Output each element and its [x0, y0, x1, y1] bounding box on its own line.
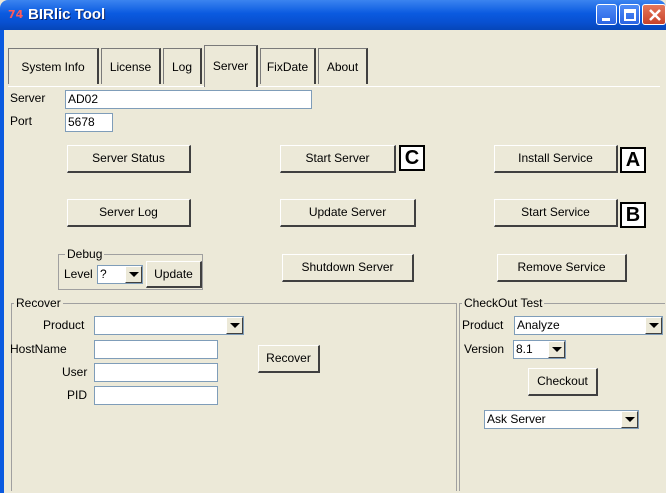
tab-license[interactable]: License: [101, 48, 161, 84]
pid-field[interactable]: [94, 386, 218, 405]
server-field[interactable]: AD02: [65, 90, 312, 109]
close-button[interactable]: [642, 4, 666, 25]
minimize-button[interactable]: [596, 4, 617, 25]
checkout-product-value: Analyze: [517, 318, 560, 332]
pid-label: PID: [67, 388, 88, 402]
tab-system-info[interactable]: System Info: [8, 48, 99, 84]
title-bar[interactable]: 74 BIRlic Tool: [0, 0, 666, 30]
checkout-group-title: CheckOut Test: [462, 296, 545, 310]
debug-update-button[interactable]: Update: [146, 261, 202, 288]
dropdown-arrow[interactable]: [125, 266, 142, 283]
version-select[interactable]: 8.1: [513, 340, 566, 359]
tab-about[interactable]: About: [318, 48, 368, 84]
user-label: User: [62, 365, 88, 379]
checkout-button[interactable]: Checkout: [528, 368, 598, 396]
tab-fixdate[interactable]: FixDate: [260, 48, 316, 84]
window-title: BIRlic Tool: [28, 6, 106, 23]
callout-badge-a: A: [620, 147, 646, 173]
chevron-down-icon: [129, 272, 139, 277]
dropdown-arrow[interactable]: [226, 317, 243, 334]
update-server-button[interactable]: Update Server: [280, 199, 416, 227]
recover-button[interactable]: Recover: [258, 345, 320, 373]
recover-group-title: Recover: [14, 296, 63, 310]
debug-level-select[interactable]: ?: [97, 265, 143, 284]
server-status-button[interactable]: Server Status: [67, 145, 191, 173]
hostname-label: HostName: [10, 342, 67, 356]
recover-product-select[interactable]: [94, 316, 244, 335]
recover-product-label: Product: [43, 318, 85, 332]
user-field[interactable]: [94, 363, 218, 382]
hostname-field[interactable]: [94, 340, 218, 359]
tab-log[interactable]: Log: [163, 48, 202, 84]
start-server-button[interactable]: Start Server: [280, 145, 396, 173]
callout-badge-b: B: [620, 202, 646, 228]
port-field[interactable]: 5678: [65, 113, 113, 132]
debug-group-title: Debug: [65, 247, 105, 261]
dropdown-arrow[interactable]: [621, 411, 638, 428]
server-label: Server: [10, 91, 46, 105]
checkout-source-select[interactable]: Ask Server: [484, 410, 639, 429]
chevron-down-icon: [552, 347, 562, 352]
app-window: 74 BIRlic Tool System Info License Log S…: [0, 0, 666, 493]
callout-badge-c: C: [399, 145, 425, 171]
app-icon: 74: [8, 8, 24, 21]
close-icon: [649, 9, 661, 21]
debug-level-value: ?: [100, 267, 107, 281]
version-label: Version: [464, 342, 505, 356]
checkout-product-select[interactable]: Analyze: [514, 316, 663, 335]
debug-level-label: Level: [64, 267, 93, 281]
server-log-button[interactable]: Server Log: [67, 199, 191, 227]
minimize-icon: [602, 18, 610, 21]
version-value: 8.1: [516, 342, 533, 356]
dropdown-arrow[interactable]: [645, 317, 662, 334]
chevron-down-icon: [649, 323, 659, 328]
remove-service-button[interactable]: Remove Service: [497, 254, 627, 282]
tab-divider: [8, 86, 660, 87]
checkout-product-label: Product: [462, 318, 504, 332]
port-label: Port: [10, 114, 33, 128]
dropdown-arrow[interactable]: [548, 341, 565, 358]
checkout-source-value: Ask Server: [487, 412, 546, 426]
chevron-down-icon: [230, 323, 240, 328]
chevron-down-icon: [625, 417, 635, 422]
maximize-button[interactable]: [619, 4, 640, 25]
maximize-icon: [624, 9, 636, 21]
tab-server[interactable]: Server: [204, 45, 258, 87]
install-service-button[interactable]: Install Service: [494, 145, 618, 173]
shutdown-server-button[interactable]: Shutdown Server: [282, 254, 414, 282]
start-service-button[interactable]: Start Service: [494, 199, 618, 227]
